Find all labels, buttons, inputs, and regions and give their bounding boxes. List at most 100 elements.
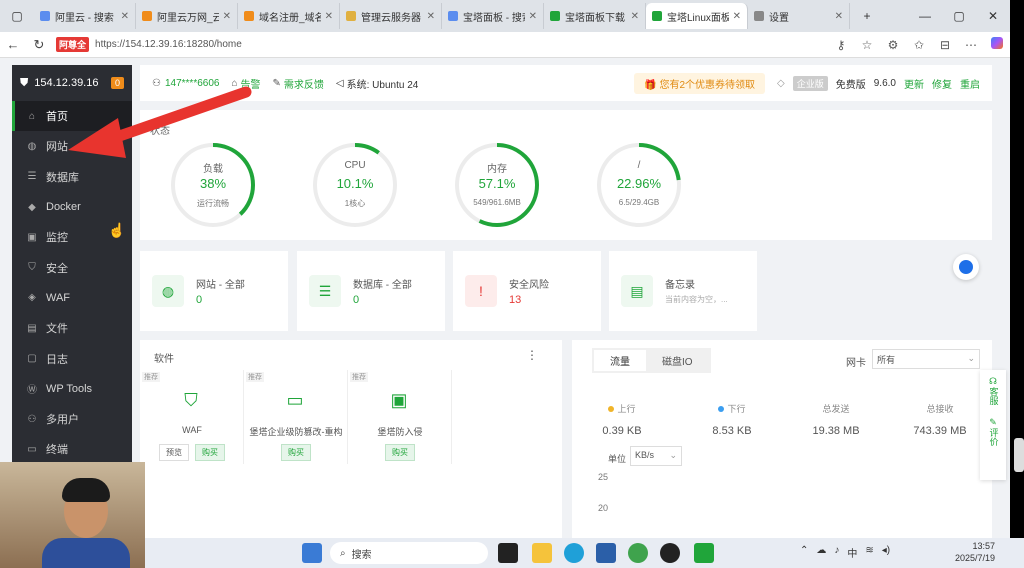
system-info: ◁ 系统: Ubuntu 24 <box>335 77 419 91</box>
store-icon[interactable] <box>596 543 616 563</box>
overview-card[interactable]: ▤ 备忘录 当前内容为空，... <box>609 251 757 331</box>
sidebar-item[interactable]: ◈ WAF <box>12 283 132 313</box>
edition-info: ◇ 企业版 免费版 9.6.0 更新 修复 重启 <box>777 75 980 91</box>
close-icon[interactable]: ✕ <box>835 11 843 22</box>
close-window-button[interactable]: ✕ <box>976 9 1010 23</box>
repair-link[interactable]: 修复 <box>932 76 952 91</box>
buy-button[interactable]: 购买 <box>281 444 311 461</box>
split-icon[interactable]: ⊟ <box>932 38 958 52</box>
restart-link[interactable]: 重启 <box>960 76 980 91</box>
customer-service-button[interactable]: ☊ 客服 <box>980 370 1006 411</box>
review-button[interactable]: ✎ 评价 <box>980 411 1006 452</box>
software-title: 软件 <box>154 354 174 365</box>
sidebar-item-label: Docker <box>46 201 81 214</box>
overview-card[interactable]: ! 安全风险 13 <box>453 251 601 331</box>
taskbar-search[interactable]: ⌕ 搜索 <box>330 542 488 564</box>
server-icon: ⛊ <box>20 76 29 89</box>
traffic-stat: 总发送 19.38 MB <box>786 402 886 437</box>
software-item[interactable]: 推荐 ▭ 堡塔企业级防篡改-重构 购买 <box>244 370 348 464</box>
nic-select[interactable]: 所有 ⌄ <box>872 349 980 369</box>
edition-badge[interactable]: 企业版 <box>792 75 828 91</box>
ime-indicator[interactable]: 中 <box>847 545 857 560</box>
update-link[interactable]: 更新 <box>904 76 924 91</box>
browser-tab[interactable]: 宝塔面板 - 搜索 ✕ <box>442 3 544 29</box>
refresh-icon[interactable]: ↻ <box>26 37 52 53</box>
sidebar-item[interactable]: ▢ 日志 <box>12 343 132 373</box>
traffic-tab[interactable]: 流量 <box>594 350 646 371</box>
url-field[interactable]: 阿尊全 https://154.12.39.16:18280/home <box>52 37 828 52</box>
minimize-button[interactable]: — <box>908 9 942 23</box>
browser-tab[interactable]: 宝塔面板下载 ✕ <box>544 3 646 29</box>
more-icon[interactable]: ⋯ <box>958 38 984 52</box>
sidebar-item[interactable]: Ⓦ WP Tools <box>12 374 132 404</box>
close-icon[interactable]: ✕ <box>223 11 231 22</box>
sidebar-item[interactable]: ☰ 数据库 <box>12 162 132 192</box>
alert-link[interactable]: ⌂ 告警 <box>231 76 260 91</box>
chevron-up-icon[interactable]: ⌃ <box>800 545 808 560</box>
network-app-icon[interactable]: ☁ <box>816 545 826 560</box>
more-options-icon[interactable]: ⋮ <box>526 348 538 362</box>
taskview-icon[interactable] <box>498 543 518 563</box>
favorites-icon[interactable]: ✩ <box>906 38 932 52</box>
key-icon[interactable]: ⚷ <box>828 38 854 52</box>
screen-edge <box>1010 0 1024 568</box>
notice-badge[interactable]: 0 <box>110 77 124 89</box>
traffic-tab[interactable]: 磁盘IO <box>646 350 709 371</box>
overview-card[interactable]: ☰ 数据库 - 全部 0 <box>297 251 445 331</box>
windows-start-icon[interactable] <box>302 543 322 563</box>
sidebar-item[interactable]: ⌂ 首页 <box>12 101 132 132</box>
maximize-button[interactable]: ▢ <box>942 9 976 23</box>
star-icon[interactable]: ☆ <box>854 38 880 52</box>
close-icon[interactable]: ✕ <box>529 11 537 22</box>
preview-button[interactable]: 预览 <box>159 444 189 461</box>
copilot-icon[interactable] <box>984 37 1010 52</box>
sidebar-item[interactable]: ⛉ 安全 <box>12 252 132 282</box>
browser-tab[interactable]: 设置 ✕ <box>748 3 850 29</box>
software-name: 堡塔防入侵 <box>377 427 423 437</box>
sidebar-item[interactable]: ⚇ 多用户 <box>12 404 132 434</box>
taskbar-clock[interactable]: 13:57 2025/7/19 <box>955 540 995 564</box>
close-icon[interactable]: ✕ <box>121 11 129 22</box>
webcam-overlay <box>0 462 145 568</box>
volume-icon[interactable]: ◂) <box>882 545 890 560</box>
browser-tab[interactable]: 宝塔Linux面板 ✕ <box>646 3 748 29</box>
close-icon[interactable]: ✕ <box>631 11 639 22</box>
software-item[interactable]: 推荐 ⛉ WAF 预览 购买 <box>140 370 244 464</box>
wifi-icon[interactable]: ≋ <box>865 545 873 560</box>
assistant-float-button[interactable] <box>953 254 979 280</box>
sidebar-item[interactable]: ▤ 文件 <box>12 313 132 343</box>
user-account[interactable]: ⚇ 147****6606 <box>152 78 219 89</box>
tab-favicon-icon <box>754 11 764 21</box>
microphone-icon[interactable]: ♪ <box>834 545 839 560</box>
back-icon[interactable]: ← <box>0 37 26 52</box>
feedback-link[interactable]: ✎ 需求反馈 <box>273 76 324 91</box>
extensions-icon[interactable]: ⚙ <box>880 38 906 52</box>
scroll-handle[interactable] <box>1014 438 1024 472</box>
baota-icon[interactable] <box>694 543 714 563</box>
app-icon[interactable] <box>660 543 680 563</box>
status-panel: 状态 负载 38% 运行流畅 CPU 10.1% 1核心 内存 57.1% 549/961.6M… <box>140 110 992 240</box>
browser-tab[interactable]: 管理云服务器 ✕ <box>340 3 442 29</box>
buy-button[interactable]: 购买 <box>385 444 415 461</box>
file-explorer-icon[interactable] <box>532 543 552 563</box>
close-icon[interactable]: ✕ <box>325 11 333 22</box>
close-icon[interactable]: ✕ <box>733 11 741 22</box>
tab-label: 宝塔面板下载 <box>565 12 625 24</box>
tab-actions-icon[interactable]: ▢ <box>0 9 34 23</box>
buy-button[interactable]: 购买 <box>195 444 225 461</box>
software-item[interactable]: 推荐 ▣ 堡塔防入侵 购买 <box>348 370 452 464</box>
chrome-icon[interactable] <box>628 543 648 563</box>
new-tab-button[interactable]: + <box>850 9 884 23</box>
browser-tab[interactable]: 阿里云万网_云 ✕ <box>136 3 238 29</box>
edge-browser-icon[interactable] <box>564 543 584 563</box>
coupon-banner[interactable]: 🎁 您有2个优惠券待领取 <box>634 72 766 94</box>
browser-tab[interactable]: 阿里云 - 搜索 ✕ <box>34 3 136 29</box>
unit-select[interactable]: KB/s ⌄ <box>630 446 682 466</box>
overview-card[interactable]: ◍ 网站 - 全部 0 <box>140 251 288 331</box>
browser-tab[interactable]: 域名注册_域名 ✕ <box>238 3 340 29</box>
close-icon[interactable]: ✕ <box>427 11 435 22</box>
monitor-icon: ▣ <box>27 231 37 243</box>
sidebar-item[interactable]: ▭ 终端 <box>12 434 132 464</box>
sidebar-item[interactable]: ◆ Docker <box>12 192 132 222</box>
sidebar-item[interactable]: ◍ 网站 <box>12 131 132 161</box>
